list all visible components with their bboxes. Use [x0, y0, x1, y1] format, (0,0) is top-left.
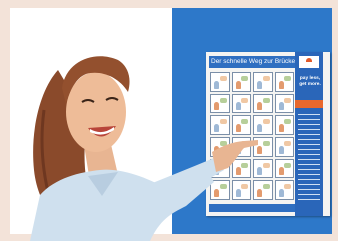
woman-figure: [30, 56, 258, 241]
face: [66, 72, 126, 152]
hand: [212, 140, 258, 172]
photo-frame: Der schnelle Weg zur Brücke pay less, ge…: [0, 0, 338, 241]
